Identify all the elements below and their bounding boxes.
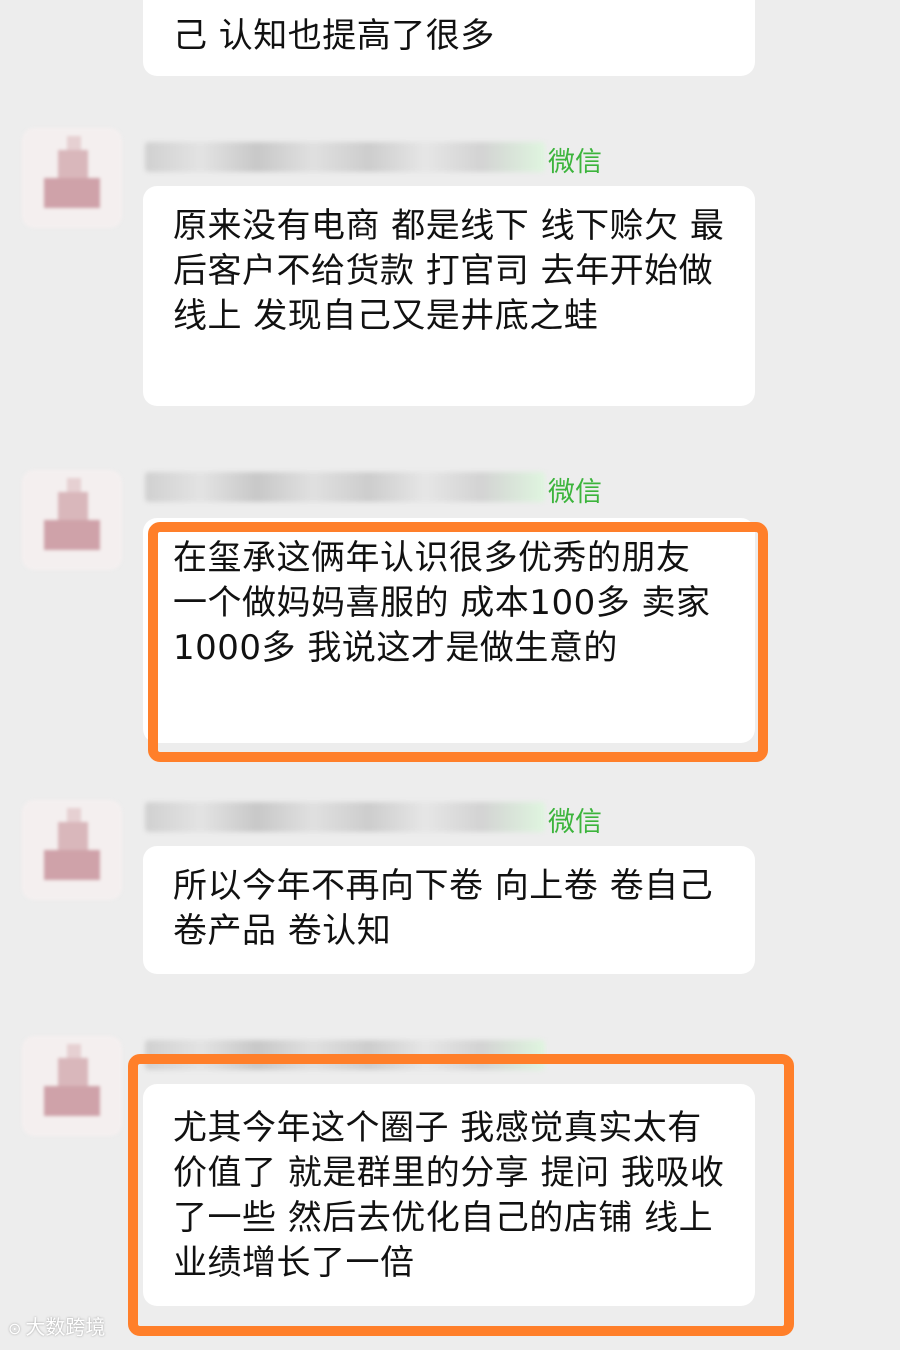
sender-name: 微信 <box>140 138 610 178</box>
blurred-name <box>145 142 545 172</box>
wechat-tag: 微信 <box>548 147 602 178</box>
message-text: 己 认知也提高了很多 <box>173 16 495 56</box>
logo-icon: ⊙ <box>8 1319 22 1338</box>
blurred-name <box>145 472 545 502</box>
wechat-tag: 微信 <box>548 807 602 838</box>
message-text: 原来没有电商 都是线下 线下赊欠 最后客户不给货款 打官司 去年开始做线上 发现… <box>173 206 725 336</box>
highlight-box <box>148 522 768 762</box>
avatar[interactable] <box>22 800 122 900</box>
watermark-text: 大数跨境 <box>25 1315 106 1339</box>
sender-name: 微信 <box>140 468 610 508</box>
highlight-box <box>128 1054 794 1336</box>
blurred-name <box>145 802 545 832</box>
avatar[interactable] <box>22 1036 122 1136</box>
sender-name: 微信 <box>140 798 610 838</box>
message-bubble[interactable]: 原来没有电商 都是线下 线下赊欠 最后客户不给货款 打官司 去年开始做线上 发现… <box>143 186 755 406</box>
wechat-tag: 微信 <box>548 477 602 508</box>
message-bubble[interactable]: 所以今年不再向下卷 向上卷 卷自己 卷产品 卷认知 <box>143 846 755 974</box>
avatar[interactable] <box>22 128 122 228</box>
message-text: 所以今年不再向下卷 向上卷 卷自己 卷产品 卷认知 <box>173 866 714 951</box>
message-bubble[interactable]: 己 认知也提高了很多 <box>143 0 755 76</box>
avatar[interactable] <box>22 470 122 570</box>
watermark: ⊙ 大数跨境 <box>8 1311 105 1340</box>
